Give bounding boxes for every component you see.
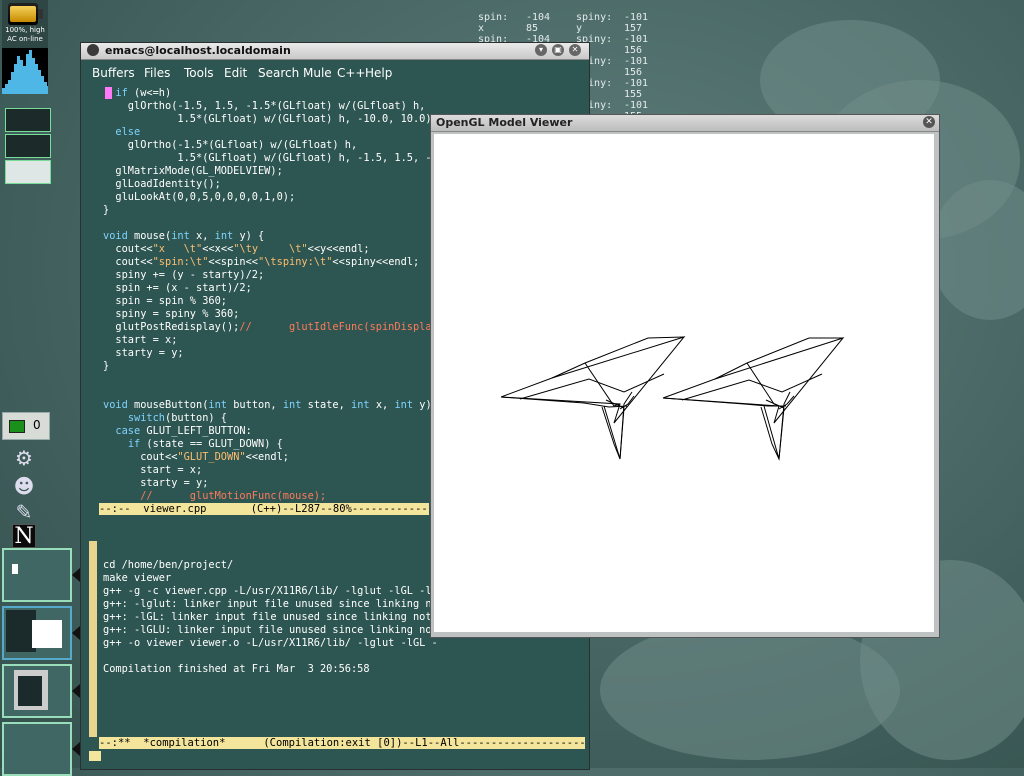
menu-mule[interactable]: Mule bbox=[303, 66, 332, 80]
battery-ac: AC on-line bbox=[7, 35, 43, 43]
stats-row: x 85 y 157 bbox=[478, 23, 643, 34]
menu-files[interactable]: Files bbox=[144, 66, 170, 80]
maximize-icon[interactable]: ▣ bbox=[552, 44, 564, 56]
airplane-right bbox=[662, 337, 845, 461]
opengl-titlebar[interactable]: OpenGL Model Viewer ✕ bbox=[431, 115, 939, 132]
menu-cpp[interactable]: C++ bbox=[337, 66, 366, 80]
pager-desktop-3[interactable] bbox=[2, 664, 80, 718]
cpu-load-graph bbox=[2, 48, 48, 94]
pager-desktop-2[interactable] bbox=[2, 606, 80, 660]
minibuffer-marker bbox=[89, 751, 101, 761]
netscape-icon[interactable]: N bbox=[12, 524, 36, 549]
battery-icon bbox=[8, 3, 38, 25]
paper-airplane-render bbox=[500, 336, 845, 461]
modeline-source: --:-- viewer.cpp (C++)--L287--80%-------… bbox=[99, 503, 429, 515]
airplane-left bbox=[500, 336, 686, 460]
thumbnail-1[interactable] bbox=[5, 108, 51, 132]
menu-edit[interactable]: Edit bbox=[224, 66, 247, 80]
opengl-canvas[interactable] bbox=[434, 134, 934, 632]
close-icon[interactable]: ✕ bbox=[569, 44, 581, 56]
emacs-title: emacs@localhost.localdomain bbox=[105, 44, 291, 57]
opengl-title: OpenGL Model Viewer bbox=[436, 116, 573, 129]
menu-search[interactable]: Search bbox=[258, 66, 299, 80]
gear-tool-icon[interactable]: ⚙ bbox=[10, 444, 38, 472]
source-code[interactable]: if (w<=h) glOrtho(-1.5, 1.5, -1.5*(GLflo… bbox=[103, 87, 444, 503]
minimize-icon[interactable]: ▾ bbox=[535, 44, 547, 56]
compilation-buffer[interactable]: cd /home/ben/project/ make viewer g++ -g… bbox=[103, 559, 444, 676]
battery-monitor: 100%, high AC on-line bbox=[2, 0, 48, 48]
thumbnail-3[interactable] bbox=[5, 160, 51, 184]
modeline-compilation: --:** *compilation* (Compilation:exit [0… bbox=[99, 737, 585, 749]
network-monitor[interactable]: 0 bbox=[2, 412, 50, 440]
thumbnail-2[interactable] bbox=[5, 134, 51, 158]
workspace-pager bbox=[0, 548, 80, 776]
compilation-scrollbar[interactable] bbox=[89, 517, 97, 737]
emacs-titlebar[interactable]: emacs@localhost.localdomain ▾ ▣ ✕ bbox=[81, 43, 589, 60]
window-menu-icon[interactable] bbox=[87, 44, 99, 56]
monitor-icon bbox=[9, 420, 25, 433]
network-count: 0 bbox=[33, 418, 41, 432]
pager-desktop-1[interactable] bbox=[2, 548, 80, 602]
stats-row: spin: -104 spiny: -101 bbox=[478, 12, 649, 23]
opengl-viewer-window[interactable]: OpenGL Model Viewer ✕ bbox=[430, 114, 940, 638]
menu-tools[interactable]: Tools bbox=[184, 66, 214, 80]
close-icon[interactable]: ✕ bbox=[923, 116, 935, 128]
menu-buffers[interactable]: Buffers bbox=[92, 66, 135, 80]
gimp-icon[interactable]: ✎ bbox=[10, 498, 38, 526]
emacs-menubar: Buffers Files Tools Edit Search Mule C++… bbox=[81, 60, 589, 84]
pager-arrow-icon[interactable] bbox=[72, 742, 80, 756]
battery-status: 100%, high bbox=[5, 26, 45, 34]
text-cursor bbox=[105, 87, 112, 99]
pager-arrow-icon[interactable] bbox=[72, 626, 80, 640]
pager-arrow-icon[interactable] bbox=[72, 568, 80, 582]
pager-arrow-icon[interactable] bbox=[72, 684, 80, 698]
menu-help[interactable]: Help bbox=[365, 66, 392, 80]
workspace-thumbnails[interactable] bbox=[5, 108, 51, 186]
mask-icon[interactable]: ☻ bbox=[10, 472, 38, 500]
